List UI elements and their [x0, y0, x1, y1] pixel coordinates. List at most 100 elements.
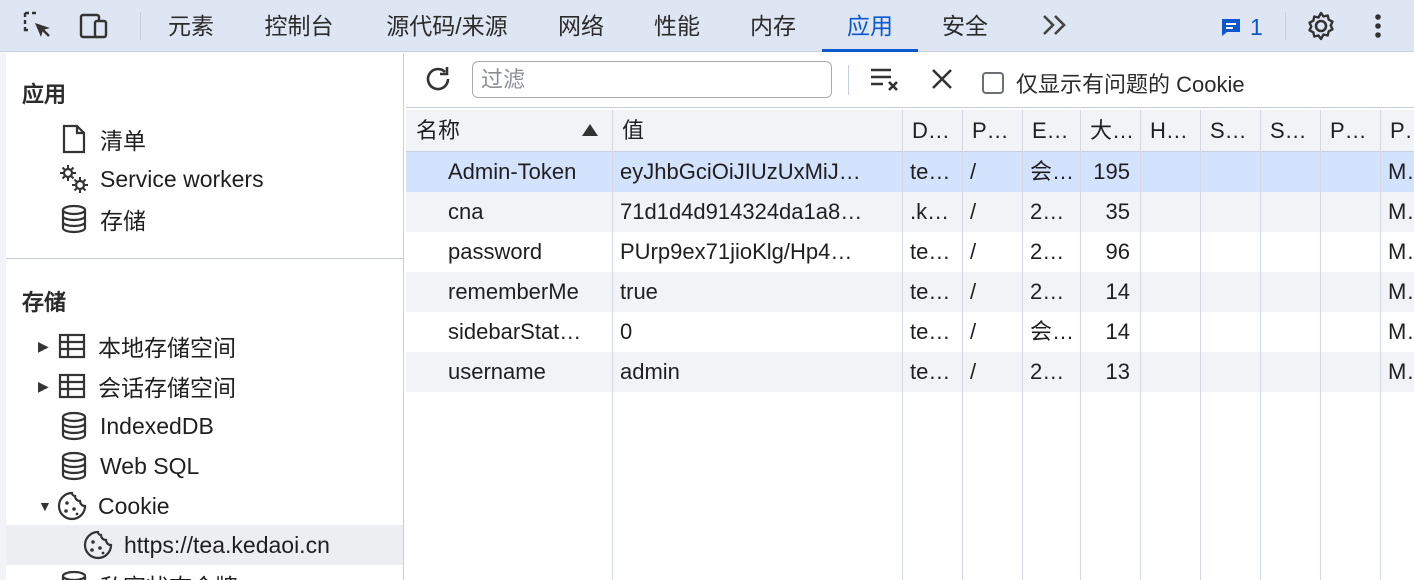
collapse-arrow-icon[interactable]: ▼: [38, 498, 54, 514]
table-row[interactable]: Admin-Token eyJhbGciOiJIUzUxMiJ… te… / 会… 195…: [406, 152, 1414, 192]
clear-all-icon[interactable]: [868, 63, 902, 95]
sidebar-item-label: IndexedDB: [100, 412, 214, 439]
cell-samesite: [1260, 152, 1320, 192]
column-header-size[interactable]: 大…: [1080, 110, 1140, 152]
sidebar-item-manifest[interactable]: 清单: [58, 119, 146, 159]
cell-name: Admin-Token: [448, 159, 577, 184]
cookie-icon: [56, 490, 88, 522]
cell-httponly: [1140, 152, 1200, 192]
cell-priority: M…: [1388, 279, 1414, 304]
cell-path: /: [970, 199, 977, 224]
cell-priority: M…: [1388, 359, 1414, 384]
table-icon: [56, 370, 88, 402]
cell-httponly: [1140, 352, 1200, 392]
sidebar-item-label: 私密状态令牌: [100, 568, 238, 580]
sidebar-item-cookie-origin[interactable]: https://tea.kedaoi.cn: [82, 525, 330, 565]
cell-partition-key: [1320, 272, 1380, 312]
file-icon: [58, 123, 90, 155]
cell-domain: te…: [910, 159, 951, 184]
cell-value: PUrp9ex71jioKlg/Hp4…: [620, 239, 853, 264]
cell-path: /: [970, 319, 977, 344]
cell-size: 35: [1105, 199, 1130, 224]
cell-domain: te…: [910, 239, 951, 264]
column-header-expires[interactable]: E…: [1022, 110, 1080, 152]
sidebar-item-service-workers[interactable]: Service workers: [58, 159, 264, 199]
cell-expires: 2…: [1030, 239, 1065, 264]
settings-gear-icon[interactable]: [1305, 10, 1337, 42]
column-divider: [902, 110, 903, 580]
sidebar-item-indexeddb[interactable]: IndexedDB: [58, 406, 214, 446]
cell-expires: 2…: [1030, 199, 1065, 224]
table-row[interactable]: rememberMe true te… / 2… 14 M…: [406, 272, 1414, 312]
column-header-samesite[interactable]: S…: [1260, 110, 1320, 152]
table-row[interactable]: username admin te… / 2… 13 M…: [406, 352, 1414, 392]
cell-path: /: [970, 239, 977, 264]
cell-path: /: [970, 159, 977, 184]
filter-input[interactable]: [472, 61, 832, 98]
cell-value: admin: [620, 359, 680, 384]
only-issues-checkbox[interactable]: 仅显示有问题的 Cookie: [982, 67, 1245, 99]
column-header-path[interactable]: P…: [962, 110, 1022, 152]
database-icon: [58, 569, 90, 580]
devtools-tab-bar: 元素 控制台 源代码/来源 网络 性能 内存 应用 安全 1: [0, 0, 1414, 52]
refresh-icon[interactable]: [422, 63, 454, 95]
sidebar-item-private-state-tokens[interactable]: 私密状态令牌: [58, 565, 238, 580]
tab-elements[interactable]: 元素: [166, 0, 216, 52]
sidebar-divider: [6, 258, 403, 259]
table-header: 名称 值 D… P… E… 大… H… S… S… P… P…: [406, 110, 1414, 152]
column-divider: [1080, 110, 1081, 580]
sidebar-item-label: Cookie: [98, 492, 170, 519]
tab-memory[interactable]: 内存: [748, 0, 798, 52]
expand-arrow-icon[interactable]: ▶: [38, 338, 54, 355]
cell-path: /: [970, 279, 977, 304]
more-tabs-icon[interactable]: [1040, 12, 1070, 45]
cell-samesite: [1260, 352, 1320, 392]
cell-partition-key: [1320, 232, 1380, 272]
cell-secure: [1200, 312, 1260, 352]
sidebar-item-session-storage[interactable]: ▶ 会话存储空间: [38, 366, 236, 406]
table-row[interactable]: password PUrp9ex71jioKlg/Hp4… te… / 2… 96 M…: [406, 232, 1414, 272]
cell-secure: [1200, 152, 1260, 192]
column-divider: [962, 110, 963, 580]
tab-console[interactable]: 控制台: [262, 0, 336, 52]
cell-name: username: [448, 359, 546, 384]
sidebar-item-label: 清单: [100, 128, 146, 154]
sidebar-item-local-storage[interactable]: ▶ 本地存储空间: [38, 326, 236, 366]
expand-arrow-icon[interactable]: ▶: [38, 378, 54, 395]
cell-size: 195: [1093, 159, 1130, 184]
cell-priority: M…: [1388, 239, 1414, 264]
cell-expires: 会…: [1030, 159, 1075, 184]
sort-ascending-icon[interactable]: [582, 124, 598, 136]
column-header-priority[interactable]: P…: [1380, 110, 1414, 152]
sidebar-item-cookies[interactable]: ▼ Cookie: [38, 486, 170, 526]
column-divider: [1260, 110, 1261, 580]
tab-network[interactable]: 网络: [556, 0, 606, 52]
tab-security[interactable]: 安全: [940, 0, 990, 52]
tab-application[interactable]: 应用: [822, 0, 918, 52]
checkbox-unchecked[interactable]: [982, 72, 1004, 94]
column-header-domain[interactable]: D…: [902, 110, 962, 152]
table-row[interactable]: sidebarStat… 0 te… / 会… 14 M…: [406, 312, 1414, 352]
cookie-icon: [82, 529, 114, 561]
sidebar-item-storage[interactable]: 存储: [58, 199, 146, 239]
issues-counter[interactable]: 1: [1220, 12, 1263, 42]
cell-value: true: [620, 279, 658, 304]
tab-performance[interactable]: 性能: [652, 0, 702, 52]
toolbar-separator: [140, 12, 141, 40]
column-header-partition-key[interactable]: P…: [1320, 110, 1380, 152]
cell-partition-key: [1320, 152, 1380, 192]
delete-selected-icon[interactable]: [926, 63, 958, 95]
database-icon: [58, 203, 90, 235]
column-divider: [1320, 110, 1321, 580]
column-header-httponly[interactable]: H…: [1140, 110, 1200, 152]
inspect-element-icon[interactable]: [22, 10, 54, 42]
gears-icon: [58, 163, 90, 195]
sidebar-item-web-sql[interactable]: Web SQL: [58, 446, 199, 486]
column-header-secure[interactable]: S…: [1200, 110, 1260, 152]
cell-size: 14: [1105, 279, 1130, 304]
column-header-value[interactable]: 值: [612, 110, 902, 152]
device-toolbar-icon[interactable]: [78, 10, 110, 42]
more-options-icon[interactable]: [1368, 10, 1388, 42]
tab-sources[interactable]: 源代码/来源: [382, 0, 512, 52]
table-row[interactable]: cna 71d1d4d914324da1a8… .k… / 2… 35 M…: [406, 192, 1414, 232]
